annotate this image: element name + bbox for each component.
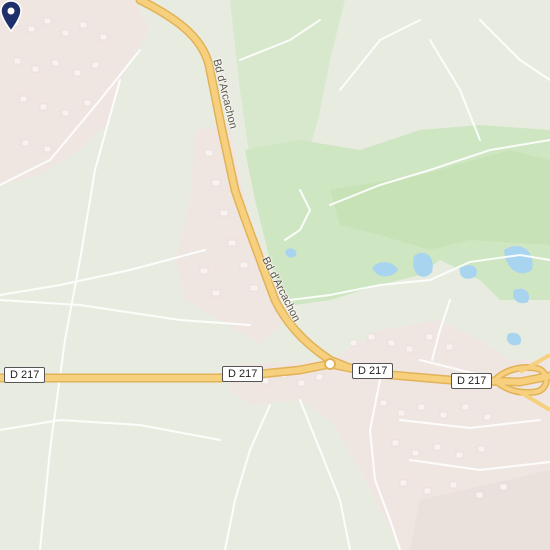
map-canvas[interactable]: Bd d'Arcachon Bd d'Arcachon D 217 D 217 … (0, 0, 550, 550)
route-shield-d217-east: D 217 (352, 363, 394, 379)
route-shield-d217-far-east: D 217 (451, 373, 493, 389)
route-shield-d217-west: D 217 (4, 367, 46, 383)
route-shield-d217-center: D 217 (222, 366, 264, 382)
location-pin-icon[interactable] (0, 0, 22, 32)
